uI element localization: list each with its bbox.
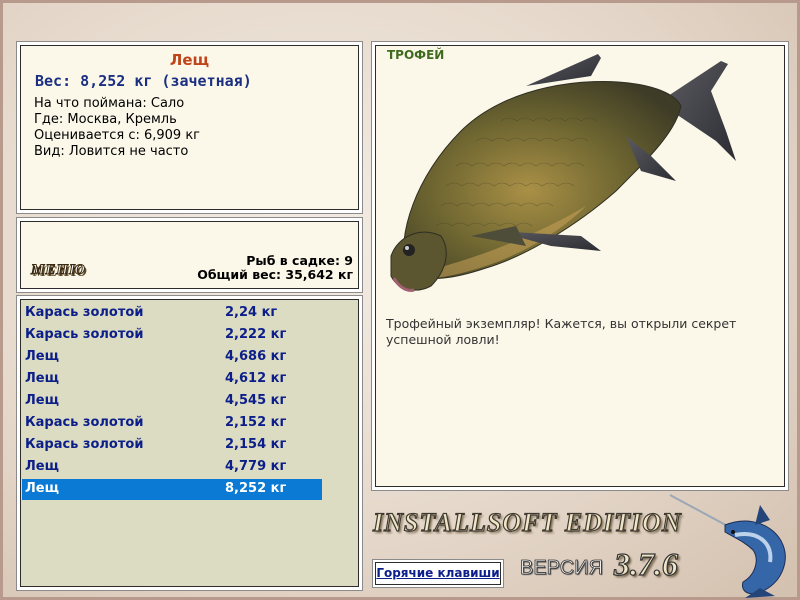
catch-fish-name: Карась золотой <box>25 305 144 320</box>
rarity-detail: Вид: Ловится не часто <box>34 144 189 159</box>
catch-list-row[interactable]: Лещ 4,545 кг <box>22 391 322 412</box>
total-weight: Общий вес: 35,642 кг <box>197 267 353 282</box>
catch-list-row[interactable]: Лещ 4,779 кг <box>22 457 322 478</box>
catch-fish-name: Карась золотой <box>25 327 144 342</box>
catch-list-row[interactable]: Карась золотой 2,154 кг <box>22 435 322 456</box>
value-detail: Оценивается с: 6,909 кг <box>34 128 201 143</box>
catch-fish-weight: 2,24 кг <box>225 305 278 320</box>
location-detail: Где: Москва, Кремль <box>34 112 177 127</box>
catch-fish-name: Карась золотой <box>25 437 144 452</box>
fish-name: Лещ <box>169 51 210 69</box>
menu-button[interactable]: МЕНЮ <box>31 262 86 279</box>
hotkeys-label: Горячие клавиши <box>376 566 500 580</box>
brand-logo-text: INSTALLSOFT EDITION <box>372 507 682 537</box>
catch-list-row[interactable]: Карась золотой 2,24 кг <box>22 303 322 324</box>
catch-list-row[interactable]: Лещ 8,252 кг <box>22 479 322 500</box>
hotkeys-button[interactable]: Горячие клавиши <box>375 562 501 585</box>
catch-fish-weight: 4,545 кг <box>225 393 287 408</box>
catch-list-row[interactable]: Карась золотой 2,222 кг <box>22 325 322 346</box>
trophy-description: Трофейный экземпляр! Кажется, вы открыли… <box>386 316 737 347</box>
trophy-panel: ТРОФЕЙ Трофейный экземпляр! Кажется, вы … <box>375 45 785 487</box>
catch-list-row[interactable]: Лещ 4,612 кг <box>22 369 322 390</box>
catch-fish-name: Лещ <box>25 393 59 408</box>
marlin-icon <box>669 494 786 598</box>
fish-count: Рыб в садке: 9 <box>246 253 353 268</box>
catch-fish-weight: 8,252 кг <box>225 481 287 496</box>
catch-fish-weight: 4,779 кг <box>225 459 287 474</box>
catch-fish-name: Лещ <box>25 349 59 364</box>
catch-list-panel[interactable]: Карась золотой 2,24 кг Карась золотой 2,222… <box>20 299 359 587</box>
fish-weight: Вес: 8,252 кг (зачетная) <box>35 72 252 90</box>
catch-fish-name: Лещ <box>25 459 59 474</box>
catch-fish-name: Карась золотой <box>25 415 144 430</box>
menu-panel: МЕНЮ Рыб в садке: 9 Общий вес: 35,642 кг <box>20 221 359 289</box>
catch-list-row[interactable]: Карась золотой 2,152 кг <box>22 413 322 434</box>
catch-fish-name: Лещ <box>25 481 59 496</box>
fish-info-panel: Лещ Вес: 8,252 кг (зачетная) На что пойм… <box>20 45 359 210</box>
catch-fish-weight: 4,612 кг <box>225 371 287 386</box>
version-label: ВЕРСИЯ <box>520 557 604 580</box>
catch-list-row[interactable]: Лещ 4,686 кг <box>22 347 322 368</box>
catch-fish-weight: 4,686 кг <box>225 349 287 364</box>
catch-fish-name: Лещ <box>25 371 59 386</box>
catch-fish-weight: 2,222 кг <box>225 327 287 342</box>
bait-detail: На что поймана: Сало <box>34 96 185 111</box>
catch-fish-weight: 2,152 кг <box>225 415 287 430</box>
catch-fish-weight: 2,154 кг <box>225 437 287 452</box>
bream-fish-image <box>390 54 736 292</box>
